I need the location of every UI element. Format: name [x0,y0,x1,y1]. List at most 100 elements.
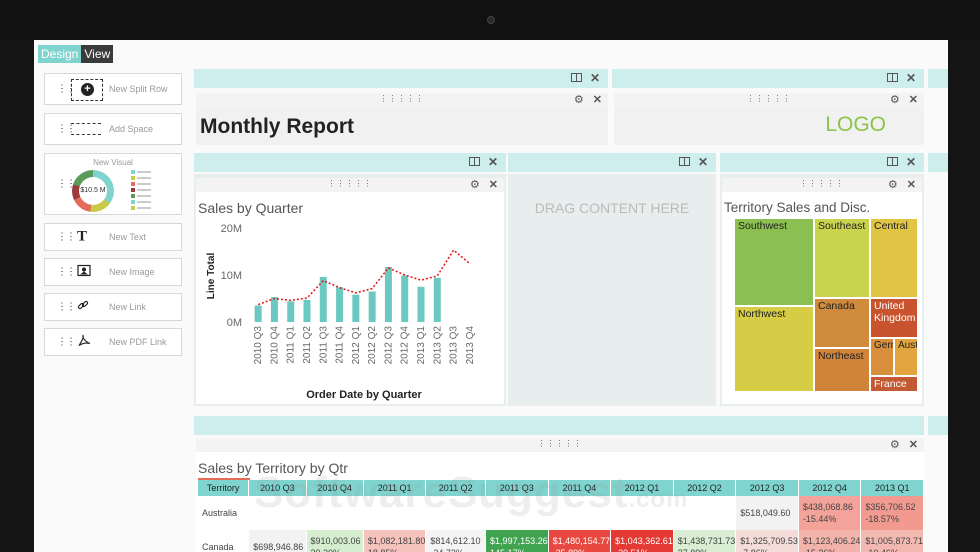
logo: LOGO [825,113,886,136]
split-column-icon[interactable] [468,157,480,166]
table-cell: $910,003.0630.20% [306,530,364,552]
split-row-icon: + [71,79,103,101]
y-axis-label: Line Total [206,253,217,300]
image-icon [77,264,91,280]
close-icon[interactable]: ✕ [906,155,916,169]
sales-by-quarter-panel: ⋮⋮⋮⋮⋮ ⚙ ✕ Sales by Quarter 0M 10M 20M Line T… [196,178,504,404]
y-tick-label: 10M [221,270,242,282]
chart-bar [401,275,409,322]
x-tick-label: 2010 Q3 [253,326,264,365]
tool-add-space[interactable]: ⋮⋮ Add Space [44,113,182,145]
table-column-header[interactable]: 2013 Q1 [860,480,924,496]
x-axis-label: Order Date by Quarter [306,389,422,401]
row-1-right-bar: ✕ [612,69,924,88]
chart-bar [287,301,295,322]
treemap-title: Territory Sales and Disc. [724,200,871,215]
close-icon[interactable]: ✕ [488,155,498,169]
gear-icon[interactable]: ⚙ [470,178,480,191]
table-column-header[interactable]: 2012 Q4 [798,480,862,496]
table-cell: $1,997,153.26145.17% [485,530,549,552]
treemap-cell-australia[interactable]: Australia [894,338,918,376]
table-column-header[interactable]: Territory [198,480,250,496]
tab-design[interactable]: Design [38,45,82,63]
tool-new-link[interactable]: ⋮⋮ New Link [44,293,182,321]
close-icon[interactable]: ✕ [909,438,918,451]
donut-chart-icon: $10.5 M [72,170,114,212]
split-column-icon[interactable] [570,73,582,82]
gear-icon[interactable]: ⚙ [574,93,584,106]
sales-by-quarter-chart: 0M 10M 20M Line Total 2010 Q3 2010 Q4 2011 Q1 2… [206,223,476,401]
x-tick-label: 2013 Q4 [465,326,476,365]
treemap-panel: ⋮⋮⋮⋮⋮ ⚙ ✕ Territory Sales and Disc. South… [722,178,922,404]
drag-handle-icon[interactable]: ⋮⋮⋮⋮⋮ [380,94,425,103]
table-column-header[interactable]: 2012 Q3 [735,480,799,496]
treemap-cell-southwest[interactable]: Southwest [734,218,814,306]
y-tick-label: 20M [221,223,242,235]
row-1-left-bar: ✕ [194,69,608,88]
drag-handle-icon[interactable]: ⋮⋮⋮⋮⋮ [538,439,583,448]
x-tick-label: 2010 Q4 [269,326,280,365]
laptop-bezel: Design View ⋮⋮ + New Split Row ⋮⋮ Add Sp… [0,0,980,552]
split-column-icon[interactable] [886,73,898,82]
x-tick-label: 2013 Q1 [416,326,427,365]
chart-bar [319,276,327,322]
chart-bar [433,277,441,322]
x-tick-label: 2011 Q1 [286,326,297,364]
gear-icon[interactable]: ⚙ [888,178,898,191]
drag-handle-icon[interactable]: ⋮⋮ [57,337,76,348]
gear-icon[interactable]: ⚙ [890,93,900,106]
row-2-edge-bar [928,153,948,172]
text-icon: T [77,228,88,245]
row-1-edge-bar [928,69,948,88]
link-icon [77,300,89,315]
treemap-cell-southeast[interactable]: Southeast [814,218,870,298]
treemap-cell-northwest[interactable]: Northwest [734,306,814,392]
split-column-icon[interactable] [678,157,690,166]
tool-new-visual[interactable]: ⋮⋮ New Visual $10.5 M [44,153,182,215]
tool-new-image[interactable]: ⋮⋮ New Image [44,258,182,286]
split-column-icon[interactable] [886,157,898,166]
drag-handle-icon[interactable]: ⋮⋮ [57,232,76,243]
tool-label: New Image [109,267,155,277]
chart-title: Sales by Quarter [198,200,304,216]
drag-handle-icon[interactable]: ⋮⋮⋮⋮⋮ [747,94,792,103]
drag-handle-icon[interactable]: ⋮⋮ [57,267,76,278]
row-2-col-1-bar: ✕ [194,153,506,172]
gear-icon[interactable]: ⚙ [890,438,900,451]
treemap-cell-northeast[interactable]: Northeast [814,348,870,392]
tool-new-split-row[interactable]: ⋮⋮ + New Split Row [44,73,182,105]
toolbox: ⋮⋮ + New Split Row ⋮⋮ Add Space ⋮⋮ New V… [44,73,182,363]
tool-label: New Text [109,232,146,242]
tool-label: Add Space [109,124,154,134]
tool-new-pdf-link[interactable]: ⋮⋮ New PDF Link [44,328,182,356]
close-icon[interactable]: ✕ [489,178,498,191]
close-icon[interactable]: ✕ [593,93,602,106]
close-icon[interactable]: ✕ [906,71,916,85]
treemap-cell-united-kingdom[interactable]: United Kingdom [870,298,918,338]
donut-center-value: $10.5 M [79,177,107,205]
close-icon[interactable]: ✕ [590,71,600,85]
x-tick-label: 2012 Q3 [383,326,394,365]
tab-view[interactable]: View [81,45,114,63]
treemap-cell-canada[interactable]: Canada [814,298,870,348]
close-icon[interactable]: ✕ [909,93,918,106]
close-icon[interactable]: ✕ [907,178,916,191]
app-screen: Design View ⋮⋮ + New Split Row ⋮⋮ Add Sp… [34,40,948,552]
drag-content-hint: DRAG CONTENT HERE [534,200,690,216]
drag-handle-icon[interactable]: ⋮⋮⋮⋮⋮ [800,179,845,188]
drag-handle-icon[interactable]: ⋮⋮ [57,302,76,313]
territory-treemap: Southwest Southeast Central Northwest Ca… [734,218,918,392]
territory-name: Australia [198,496,250,530]
treemap-cell-france[interactable]: France [870,376,918,392]
tool-new-text[interactable]: ⋮⋮ T New Text [44,223,182,251]
close-icon[interactable]: ✕ [698,155,708,169]
territory-name: Canada [198,530,250,552]
treemap-cell-germany[interactable]: Germany [870,338,894,376]
drop-zone[interactable]: DRAG CONTENT HERE [508,174,716,406]
table-cell: $814,612.10-24.73% [425,530,487,552]
treemap-cell-central[interactable]: Central [870,218,918,298]
webcam-icon [487,16,495,24]
table-cell: $356,706.52 -18.57% [860,496,924,530]
drag-handle-icon[interactable]: ⋮⋮⋮⋮⋮ [328,179,373,188]
chart-bar [336,287,344,322]
